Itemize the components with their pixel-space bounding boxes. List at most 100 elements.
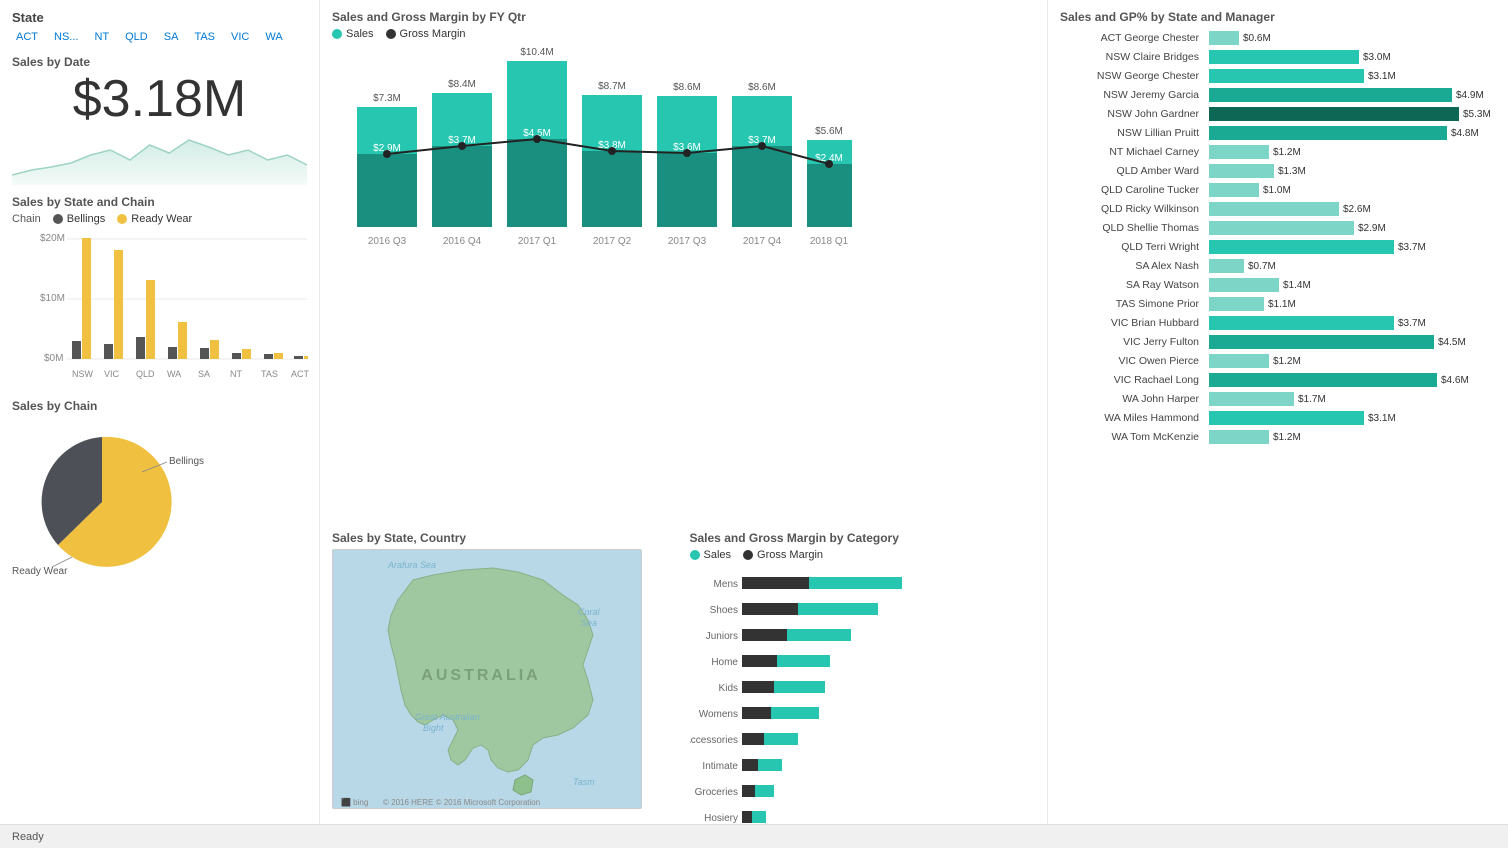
sales-by-state-title: Sales by State and Chain — [12, 195, 307, 209]
manager-value: $4.5M — [1438, 337, 1466, 348]
manager-row: QLD Ricky Wilkinson$2.6M — [1060, 201, 1496, 217]
svg-text:Kids: Kids — [718, 683, 737, 694]
manager-bar-container: $2.6M — [1209, 201, 1496, 217]
manager-name: QLD Terri Wright — [1060, 241, 1205, 253]
manager-row: QLD Shellie Thomas$2.9M — [1060, 220, 1496, 236]
mid-bottom: Sales by State, Country Arafura Sea Cora… — [332, 531, 1035, 838]
state-filter-item-vic[interactable]: VIC — [227, 29, 253, 45]
right-column: Sales and GP% by State and Manager ACT G… — [1048, 0, 1508, 848]
state-bar-chart: $20M $10M $0M — [12, 229, 307, 389]
manager-row: VIC Owen Pierce$1.2M — [1060, 353, 1496, 369]
manager-name: WA Miles Hammond — [1060, 412, 1205, 424]
australia-map: Arafura Sea Coral Sea Great Australian B… — [332, 549, 642, 809]
svg-text:2017 Q3: 2017 Q3 — [668, 236, 707, 247]
manager-bar — [1209, 221, 1354, 235]
manager-bar-container: $3.0M — [1209, 49, 1496, 65]
sparkline — [12, 125, 307, 185]
manager-value: $1.4M — [1283, 280, 1311, 291]
left-column: State ACTNS...NTQLDSATASVICWA Sales by D… — [0, 0, 320, 848]
svg-text:$8.6M: $8.6M — [673, 82, 701, 93]
manager-value: $0.6M — [1243, 33, 1271, 44]
manager-bar — [1209, 107, 1459, 121]
manager-bar-container: $0.7M — [1209, 258, 1496, 274]
manager-value: $3.1M — [1368, 71, 1396, 82]
manager-row: NSW Jeremy Garcia $4.9M — [1060, 87, 1496, 103]
map-section: Sales by State, Country Arafura Sea Cora… — [332, 531, 678, 838]
manager-bar-container: $1.2M — [1209, 429, 1496, 445]
manager-name: VIC Brian Hubbard — [1060, 317, 1205, 329]
svg-text:Hosiery: Hosiery — [704, 813, 738, 824]
bellings-label: Bellings — [67, 213, 106, 225]
category-chart-title: Sales and Gross Margin by Category — [690, 531, 1036, 545]
manager-value: $1.2M — [1273, 356, 1301, 367]
cat-gm-legend: Gross Margin — [743, 549, 823, 561]
manager-value: $1.2M — [1273, 432, 1301, 443]
manager-bar-container: $4.8M — [1209, 125, 1496, 141]
manager-value: $2.6M — [1343, 204, 1371, 215]
manager-row: VIC Rachael Long$4.6M — [1060, 372, 1496, 388]
manager-bar — [1209, 297, 1264, 311]
state-filter-item-sa[interactable]: SA — [160, 29, 183, 45]
manager-row: SA Alex Nash$0.7M — [1060, 258, 1496, 274]
gp-chart-title: Sales and GP% by State and Manager — [1060, 10, 1496, 24]
state-filter: State ACTNS...NTQLDSATASVICWA — [12, 10, 307, 45]
svg-text:Ready Wear: Ready Wear — [12, 566, 68, 577]
fy-sales-dot — [332, 29, 342, 39]
state-filter-item-tas[interactable]: TAS — [190, 29, 219, 45]
manager-bar-container: $3.7M — [1209, 315, 1496, 331]
svg-text:Home: Home — [711, 657, 738, 668]
manager-bar-container: $3.1M — [1209, 68, 1496, 84]
svg-text:$10.4M: $10.4M — [520, 47, 553, 58]
manager-row: QLD Caroline Tucker$1.0M — [1060, 182, 1496, 198]
state-bar-svg: $20M $10M $0M — [12, 229, 312, 384]
svg-text:2017 Q2: 2017 Q2 — [593, 236, 632, 247]
manager-bar-container: $1.4M — [1209, 277, 1496, 293]
manager-row: SA Ray Watson $1.4M — [1060, 277, 1496, 293]
category-chart-section: Sales and Gross Margin by Category Sales… — [690, 531, 1036, 838]
state-filter-item-act[interactable]: ACT — [12, 29, 42, 45]
svg-text:VIC: VIC — [104, 369, 120, 379]
svg-text:Mens: Mens — [713, 579, 737, 590]
cat-sales-dot — [690, 550, 700, 560]
manager-name: NSW John Gardner — [1060, 108, 1205, 120]
state-filter-items: ACT NS... NT QLD SA TAS VIC WA — [12, 29, 307, 45]
cat-sales-legend: Sales — [690, 549, 732, 561]
svg-text:Great Australian: Great Australian — [415, 712, 480, 722]
cat-gm-dot — [743, 550, 753, 560]
manager-bar — [1209, 240, 1394, 254]
state-filter-item-ns...[interactable]: NS... — [50, 29, 82, 45]
manager-value: $5.3M — [1463, 109, 1491, 120]
state-filter-item-wa[interactable]: WA — [261, 29, 286, 45]
manager-name: SA Ray Watson — [1060, 279, 1205, 291]
manager-row: QLD Terri Wright $3.7M — [1060, 239, 1496, 255]
svg-text:$7.3M: $7.3M — [373, 93, 401, 104]
manager-value: $1.2M — [1273, 147, 1301, 158]
state-filter-item-qld[interactable]: QLD — [121, 29, 152, 45]
sales-total-value: $3.18M — [12, 73, 307, 125]
manager-bar-container: $3.7M — [1209, 239, 1496, 255]
manager-bar — [1209, 202, 1339, 216]
manager-name: NSW Claire Bridges — [1060, 51, 1205, 63]
bottom-left: Sales by Chain Bellings Ready Wear — [12, 399, 307, 577]
manager-value: $4.9M — [1456, 90, 1484, 101]
svg-text:Bellings: Bellings — [169, 456, 204, 467]
svg-text:$10M: $10M — [40, 293, 65, 304]
svg-text:TAS: TAS — [261, 369, 278, 379]
manager-name: NSW Jeremy Garcia — [1060, 89, 1205, 101]
manager-row: WA Tom McKenzie$1.2M — [1060, 429, 1496, 445]
manager-name: QLD Caroline Tucker — [1060, 184, 1205, 196]
manager-bar-container: $3.1M — [1209, 410, 1496, 426]
state-filter-item-nt[interactable]: NT — [90, 29, 113, 45]
svg-text:WA: WA — [167, 369, 181, 379]
svg-text:ACT: ACT — [291, 369, 310, 379]
sales-by-date-title: Sales by Date — [12, 55, 307, 69]
manager-bar — [1209, 145, 1269, 159]
manager-value: $1.7M — [1298, 394, 1326, 405]
manager-name: VIC Jerry Fulton — [1060, 336, 1205, 348]
manager-bar-container: $4.9M — [1209, 87, 1496, 103]
manager-bar — [1209, 88, 1452, 102]
manager-bar — [1209, 411, 1364, 425]
bellings-legend: Bellings — [53, 213, 106, 225]
manager-bar — [1209, 373, 1437, 387]
sales-by-date-section: Sales by Date $3.18M — [12, 55, 307, 185]
